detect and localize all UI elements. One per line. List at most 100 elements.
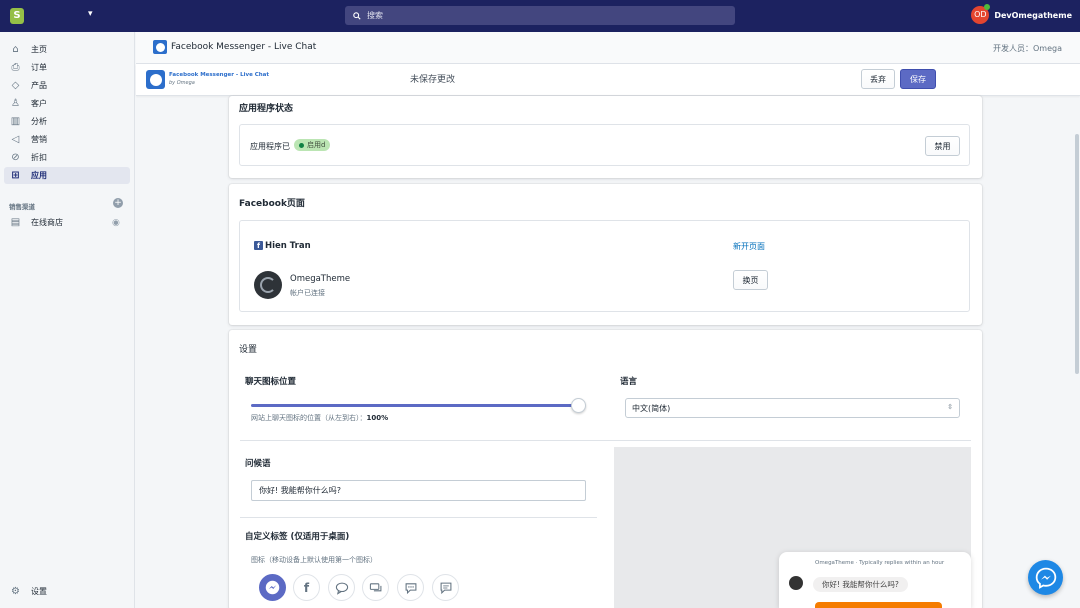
user-menu[interactable]: OD DevOmegatheme (971, 4, 1072, 24)
customer-icon: ♙ (11, 98, 20, 109)
search-icon (353, 11, 361, 20)
tag-icon: ◇ (11, 80, 20, 91)
language-value: 中文(简体) (632, 403, 671, 413)
card-title: 设置 (239, 345, 258, 355)
brand-subtitle: by Omega (169, 80, 195, 86)
analytics-icon: ▥ (10, 116, 21, 127)
page-name: OmegaTheme (290, 274, 351, 284)
page-scrollbar[interactable] (1075, 134, 1079, 374)
view-store-eye-icon[interactable]: ◉ (112, 218, 120, 228)
sidebar: ⌂ 主页 ⎙ 订单 ◇ 产品 ♙ 客户 ▥ 分析 ◁ 营销 ⊘ 折扣 ⊞ 应用 销售渠道 + ▤… (0, 32, 135, 608)
sidebar-item-apps[interactable]: ⊞ 应用 (4, 167, 130, 184)
select-arrows-icon: ⇳ (947, 403, 953, 411)
avatar: OD (971, 4, 991, 24)
sidebar-item-label: 主页 (31, 45, 47, 54)
card-title: Facebook页面 (239, 199, 305, 209)
sidebar-item-orders[interactable]: ⎙ 订单 (4, 59, 130, 76)
app-status-card: 应用程序状态 应用程序已 启用d 禁用 (229, 96, 982, 178)
save-button[interactable]: 保存 (900, 69, 936, 89)
sidebar-item-analytics[interactable]: ▥ 分析 (4, 113, 130, 130)
status-badge-label: 启用d (307, 141, 326, 149)
search-placeholder: 搜索 (367, 11, 383, 20)
chat-dots-icon (405, 582, 416, 594)
app-brand: Facebook Messenger - Live Chat by Omega (146, 70, 269, 89)
store-icon: ▤ (10, 217, 21, 228)
facebook-icon: f (303, 580, 310, 595)
developer-label: 开发人员：Omega (993, 44, 1062, 53)
shopify-logo-icon[interactable]: S (10, 8, 24, 24)
sidebar-item-label: 客户 (31, 99, 47, 108)
open-page-link[interactable]: 新开页面 (733, 241, 765, 252)
greeting-label: 问候语 (245, 459, 271, 469)
online-status-dot (984, 4, 991, 10)
facebook-icon: f (254, 241, 263, 250)
sidebar-item-settings[interactable]: ⚙ 设置 (4, 583, 130, 600)
divider (240, 440, 971, 441)
position-slider-track[interactable] (251, 404, 578, 407)
add-channel-plus-icon[interactable]: + (113, 198, 123, 208)
discard-button[interactable]: 丢弃 (861, 69, 895, 89)
status-badge: 启用d (294, 139, 331, 151)
position-help-text: 网站上聊天图标的位置（从左到右）：100% (251, 414, 389, 422)
chat-bubbles-icon-option[interactable] (328, 574, 355, 601)
position-slider-handle[interactable] (571, 398, 586, 413)
orders-icon: ⎙ (11, 62, 20, 73)
messenger-icon-option[interactable] (259, 574, 286, 601)
chat-message-bubble: 你好! 我能帮你什么吗? (813, 577, 908, 592)
chat-widget-preview: OmegaTheme · Typically replies within an… (779, 552, 971, 608)
save-bar: Facebook Messenger - Live Chat by Omega … (136, 64, 1080, 96)
greeting-value: 你好! 我能帮你什么吗? (259, 486, 341, 495)
chat-bubbles-icon (335, 582, 348, 595)
omega-logo-icon (260, 277, 276, 293)
chat-double-icon-option[interactable] (362, 574, 389, 601)
sidebar-item-label: 应用 (31, 171, 47, 180)
status-box: 应用程序已 启用d 禁用 (239, 124, 970, 166)
search-input[interactable]: 搜索 (345, 6, 735, 25)
chat-dots-icon-option[interactable] (397, 574, 424, 601)
messenger-logo-icon (146, 70, 165, 89)
user-name: DevOmegatheme (994, 10, 1072, 20)
facebook-account-box: f Hien Tran 新开页面 OmegaTheme 帐户已连接 换页 (239, 220, 970, 312)
sidebar-item-label: 折扣 (31, 153, 47, 162)
messenger-app-icon (153, 40, 167, 54)
card-title: 应用程序状态 (239, 104, 294, 114)
sidebar-item-label: 产品 (31, 81, 47, 90)
sidebar-item-label: 营销 (31, 135, 47, 144)
chat-avatar (789, 576, 803, 590)
page-status: 帐户已连接 (290, 289, 325, 297)
messenger-floating-button[interactable] (1028, 560, 1063, 595)
sidebar-item-customers[interactable]: ♙ 客户 (4, 95, 130, 112)
sidebar-item-label: 设置 (31, 587, 47, 596)
language-label: 语言 (620, 377, 638, 387)
top-bar: S ▾ 搜索 OD DevOmegatheme (0, 0, 1080, 32)
greeting-input[interactable]: 你好! 我能帮你什么吗? (251, 480, 586, 501)
chat-start-button[interactable] (815, 602, 942, 608)
facebook-user-name: Hien Tran (265, 241, 311, 251)
chat-icon-position-label: 聊天图标位置 (245, 377, 297, 387)
status-dot (299, 142, 304, 148)
app-title: Facebook Messenger - Live Chat (171, 42, 317, 52)
apps-icon: ⊞ (11, 170, 20, 181)
sidebar-item-home[interactable]: ⌂ 主页 (4, 41, 130, 58)
sidebar-item-products[interactable]: ◇ 产品 (4, 77, 130, 94)
sales-channels-title: 销售渠道 (9, 203, 35, 211)
sidebar-item-discounts[interactable]: ⊘ 折扣 (4, 149, 130, 166)
messenger-icon (265, 580, 280, 595)
avatar-initials: OD (974, 10, 987, 19)
chat-square-icon (440, 582, 451, 594)
sidebar-item-label: 在线商店 (31, 218, 63, 227)
facebook-icon-option[interactable]: f (293, 574, 320, 601)
sidebar-item-marketing[interactable]: ◁ 营销 (4, 131, 130, 148)
divider (240, 517, 597, 518)
language-select[interactable]: 中文(简体) ⇳ (625, 398, 960, 418)
discount-icon: ⊘ (11, 152, 20, 163)
messenger-icon (1035, 567, 1056, 589)
status-text: 应用程序已 (250, 142, 290, 151)
custom-tab-label: 自定义标签 (仅适用于桌面) (245, 532, 350, 542)
disable-button[interactable]: 禁用 (925, 136, 960, 156)
switch-page-button[interactable]: 换页 (733, 270, 768, 290)
marketing-icon: ◁ (11, 134, 20, 145)
chat-square-icon-option[interactable] (432, 574, 459, 601)
store-switcher-chevron-icon[interactable]: ▾ (88, 9, 93, 19)
unsaved-changes-text: 未保存更改 (410, 75, 456, 85)
